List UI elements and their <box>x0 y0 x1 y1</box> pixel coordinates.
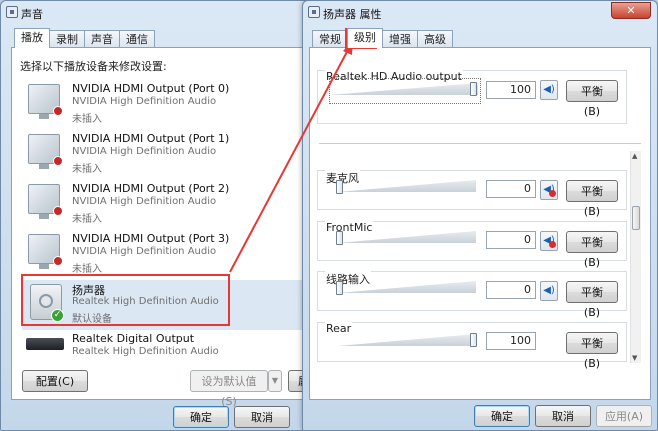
unplugged-icon <box>53 106 63 116</box>
volume-value[interactable]: 100 <box>486 81 536 99</box>
volume-value[interactable]: 0 <box>486 281 536 299</box>
playback-panel: 选择以下播放设备来修改设置: NVIDIA HDMI Output (Port … <box>11 47 312 408</box>
device-driver: NVIDIA High Definition Audio <box>72 196 217 207</box>
unplugged-icon <box>53 206 63 216</box>
sound-tabs: 播放 录制 声音 通信 <box>14 28 155 48</box>
scroll-thumb[interactable] <box>632 206 640 230</box>
volume-slider-track[interactable] <box>338 334 476 346</box>
properties-cancel-button[interactable]: 取消 <box>535 405 591 427</box>
tab-playback[interactable]: 播放 <box>14 28 50 48</box>
volume-slider-thumb[interactable] <box>336 180 343 194</box>
tab-general[interactable]: 常规 <box>312 30 348 47</box>
level-label: Rear <box>325 322 353 335</box>
speaker-muted-icon[interactable]: ◀) <box>540 180 558 200</box>
close-icon: ✕ <box>626 4 636 17</box>
volume-slider-thumb[interactable] <box>470 333 477 347</box>
volume-slider-thumb[interactable] <box>336 231 343 245</box>
apply-button[interactable]: 应用(A) <box>596 405 652 427</box>
level-realtek-hd-output: Realtek HD Audio output 100 ◀) 平衡(B) <box>317 70 627 124</box>
level-label: FrontMic <box>325 221 374 234</box>
device-driver: Realtek High Definition Audio <box>72 346 219 357</box>
device-hdmi-port1[interactable]: NVIDIA HDMI Output (Port 1) NVIDIA High … <box>22 130 232 180</box>
device-driver: NVIDIA High Definition Audio <box>72 96 217 107</box>
volume-slider-thumb[interactable] <box>336 281 343 295</box>
device-name: NVIDIA HDMI Output (Port 1) <box>72 132 230 145</box>
unplugged-icon <box>53 156 63 166</box>
device-status: 未插入 <box>72 214 102 225</box>
sound-dialog: 声音 播放 录制 声音 通信 选择以下播放设备来修改设置: NVIDIA HDM… <box>0 0 312 431</box>
speaker-app-icon <box>6 6 18 18</box>
configure-button[interactable]: 配置(C) <box>22 370 88 392</box>
balance-button[interactable]: 平衡(B) <box>566 231 618 269</box>
properties-ok-button[interactable]: 确定 <box>474 405 530 427</box>
sound-cancel-button[interactable]: 取消 <box>234 406 290 428</box>
device-name: NVIDIA HDMI Output (Port 3) <box>72 232 230 245</box>
volume-value[interactable]: 0 <box>486 231 536 249</box>
device-name: NVIDIA HDMI Output (Port 0) <box>72 82 230 95</box>
device-status: 未插入 <box>72 164 102 175</box>
slider-focus-box <box>329 78 481 104</box>
tab-enhancements[interactable]: 增强 <box>382 30 418 47</box>
level-line-in: 线路输入 0 ◀) 平衡(B) <box>317 271 627 319</box>
level-frontmic: FrontMic 0 ◀) 平衡(B) <box>317 221 627 269</box>
level-rear: Rear 100 平衡(B) <box>317 322 627 370</box>
device-driver: NVIDIA High Definition Audio <box>72 246 217 257</box>
tab-levels[interactable]: 级别 <box>347 28 383 48</box>
tab-communications[interactable]: 通信 <box>119 30 155 47</box>
device-hdmi-port3[interactable]: NVIDIA HDMI Output (Port 3) NVIDIA High … <box>22 230 232 280</box>
balance-button[interactable]: 平衡(B) <box>566 180 618 218</box>
device-digital-output[interactable]: Realtek Digital Output Realtek High Defi… <box>22 330 232 357</box>
volume-value[interactable]: 100 <box>486 332 536 350</box>
scroll-up-icon[interactable]: ▲ <box>632 152 637 160</box>
speaker-app-icon <box>308 6 320 18</box>
device-name: NVIDIA HDMI Output (Port 2) <box>72 182 230 195</box>
speaker-mute-icon[interactable]: ◀) <box>540 281 558 301</box>
instruction-text: 选择以下播放设备来修改设置: <box>20 60 167 73</box>
device-name: Realtek Digital Output <box>72 332 195 345</box>
level-microphone: 麦克风 0 ◀) 平衡(B) <box>317 170 627 218</box>
highlight-box <box>21 274 230 326</box>
tab-recording[interactable]: 录制 <box>49 30 85 47</box>
device-hdmi-port2[interactable]: NVIDIA HDMI Output (Port 2) NVIDIA High … <box>22 180 232 230</box>
close-button[interactable]: ✕ <box>611 2 651 19</box>
scroll-down-icon[interactable]: ▼ <box>632 354 637 362</box>
unplugged-icon <box>53 256 63 266</box>
set-default-button[interactable]: 设为默认值(S) <box>190 370 268 408</box>
speaker-muted-icon[interactable]: ◀) <box>540 231 558 251</box>
device-hdmi-port0[interactable]: NVIDIA HDMI Output (Port 0) NVIDIA High … <box>22 80 232 130</box>
device-status: 未插入 <box>72 264 102 275</box>
speaker-mute-icon[interactable]: ◀) <box>540 80 558 100</box>
tab-advanced[interactable]: 高级 <box>417 30 453 47</box>
panel-divider <box>319 143 641 144</box>
balance-button[interactable]: 平衡(B) <box>566 80 618 118</box>
set-default-dropdown[interactable]: ▼ <box>268 370 282 392</box>
speaker-properties-dialog: 扬声器 属性 ✕ 常规 级别 增强 高级 ▲ ▼ <box>302 0 658 431</box>
tab-sounds[interactable]: 声音 <box>84 30 120 47</box>
sound-dialog-title: 声音 <box>21 8 43 21</box>
device-driver: NVIDIA High Definition Audio <box>72 146 217 157</box>
sound-ok-button[interactable]: 确定 <box>173 406 229 428</box>
properties-dialog-title: 扬声器 属性 <box>323 8 382 21</box>
levels-scrollbar[interactable]: ▲ ▼ <box>630 151 641 363</box>
digital-output-icon <box>26 338 64 350</box>
properties-tabs: 常规 级别 增强 高级 <box>312 28 453 48</box>
volume-value[interactable]: 0 <box>486 180 536 198</box>
device-status: 未插入 <box>72 114 102 125</box>
level-label: 线路输入 <box>325 271 371 287</box>
balance-button[interactable]: 平衡(B) <box>566 332 618 370</box>
balance-button[interactable]: 平衡(B) <box>566 281 618 319</box>
